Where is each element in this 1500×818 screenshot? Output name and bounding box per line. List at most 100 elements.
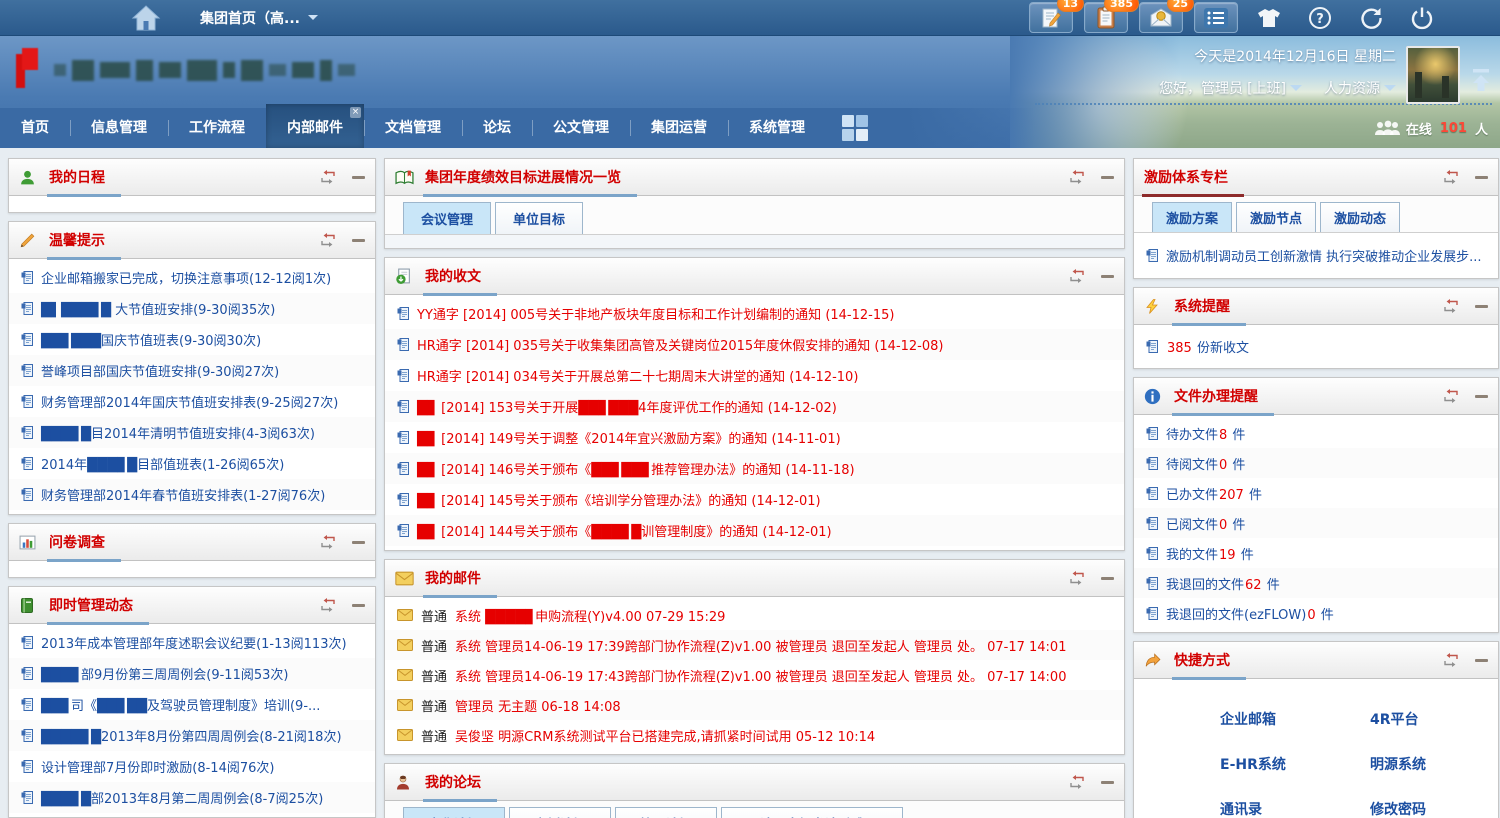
minimize-icon[interactable] <box>1101 176 1114 179</box>
refresh-icon[interactable] <box>319 169 337 185</box>
minimize-icon[interactable] <box>352 239 365 242</box>
tab-reading-forum[interactable]: 读一本好书读后感 <box>721 807 903 818</box>
mail-item[interactable]: 普通 系统 ████▊申购流程(Y)v4.00 07-29 15:29 <box>385 600 1124 630</box>
mail-button[interactable]: 25 <box>1139 2 1183 33</box>
mail-item[interactable]: 普通 系统 管理员14-06-19 17:43跨部门协作流程(Z)v1.00 被… <box>385 660 1124 690</box>
shortcut-4r-platform[interactable]: 4R平台 <box>1370 709 1500 729</box>
minimize-icon[interactable] <box>352 604 365 607</box>
refresh-icon[interactable] <box>1068 774 1086 790</box>
quick-launch-grid-icon[interactable] <box>842 115 868 141</box>
notice-item[interactable]: 财务管理部2014年国庆节值班安排表(9-25阅27次) <box>9 386 375 417</box>
nav-item-official-docs[interactable]: 公文管理 <box>532 108 630 148</box>
mail-item[interactable]: 普通 管理员 无主题 06-18 14:08 <box>385 690 1124 720</box>
shortcut-contacts[interactable]: 通讯录 <box>1220 799 1370 818</box>
item-link[interactable]: 激励机制调动员工创新激情 执行突破推动企业发展步... <box>1166 246 1482 265</box>
item-link[interactable]: █▊ [2014] 153号关于开展██▊███4年度评优工作的通知 (14-1… <box>417 397 837 416</box>
received-doc-item[interactable]: █▊ [2014] 149号关于调整《2014年宜兴激励方案》的通知 (14-1… <box>385 422 1124 453</box>
minimize-icon[interactable] <box>1475 659 1488 662</box>
shortcut-change-password[interactable]: 修改密码 <box>1370 799 1500 818</box>
notice-item[interactable]: 誉峰项目部国庆节值班安排(9-30阅27次) <box>9 355 375 386</box>
refresh-icon[interactable] <box>1068 570 1086 586</box>
item-link[interactable]: ███▊部9月份第三周周例会(9-11阅53次) <box>41 664 288 683</box>
logout-button[interactable] <box>1402 2 1442 33</box>
nav-item-group-ops[interactable]: 集团运营 <box>630 108 728 148</box>
item-link[interactable]: 财务管理部2014年国庆节值班安排表(9-25阅27次) <box>41 392 338 411</box>
tab-mgmt-forum[interactable]: 管理论坛 <box>615 807 717 818</box>
minimize-icon[interactable] <box>352 541 365 544</box>
item-link[interactable]: 2013年成本管理部年度述职会议纪要(1-13阅113次) <box>41 633 347 652</box>
received-doc-item[interactable]: HR通字 [2014] 034号关于开展总第二十七期周末大讲堂的通知 (14-1… <box>385 360 1124 391</box>
file-count-item[interactable]: 待办文件8 件 <box>1134 418 1498 448</box>
minimize-icon[interactable] <box>1475 305 1488 308</box>
item-link[interactable]: HR通字 [2014] 035号关于收集集团高管及关键岗位2015年度休假安排的… <box>417 335 943 354</box>
department-selector[interactable]: 人力资源 <box>1324 78 1380 98</box>
portal-switcher[interactable]: 集团首页（高... <box>200 8 318 28</box>
refresh-icon[interactable] <box>1442 298 1460 314</box>
file-count-item[interactable]: 我退回的文件62 件 <box>1134 568 1498 598</box>
item-link[interactable]: ██▊司《██▊██及驾驶员管理制度》培训(9-... <box>41 695 320 714</box>
nav-item-forum[interactable]: 论坛 <box>462 108 532 148</box>
received-doc-item[interactable]: █▊ [2014] 153号关于开展██▊███4年度评优工作的通知 (14-1… <box>385 391 1124 422</box>
notice-item[interactable]: 企业邮箱搬家已完成，切换注意事项(12-12阅1次) <box>9 262 375 293</box>
documents-button[interactable]: 385 <box>1084 2 1128 33</box>
received-doc-item[interactable]: YY通字 [2014] 005号关于非地产板块年度目标和工作计划编制的通知 (1… <box>385 298 1124 329</box>
task-list-button[interactable] <box>1194 2 1238 33</box>
compose-button[interactable]: 13 <box>1029 2 1073 33</box>
refresh-icon[interactable] <box>1068 169 1086 185</box>
news-item[interactable]: 设计管理部7月份即时激励(8-14阅76次) <box>9 751 375 782</box>
refresh-icon[interactable] <box>1068 268 1086 284</box>
tab-incentive-plan[interactable]: 激励方案 <box>1152 202 1232 232</box>
item-link[interactable]: ███▊█部2013年8月第二周周例会(8-7阅25次) <box>41 788 323 807</box>
mail-subject-link[interactable]: 吴俊坚 明源CRM系统测试平台已搭建完成,请抓紧时间试用 05-12 10:14 <box>455 726 875 745</box>
news-item[interactable]: ███▊█部2013年8月第二周周例会(8-7阅25次) <box>9 782 375 813</box>
minimize-icon[interactable] <box>1101 577 1114 580</box>
news-item[interactable]: ██▊司《██▊██及驾驶员管理制度》培训(9-... <box>9 689 375 720</box>
tab-incentive-news[interactable]: 激励动态 <box>1320 202 1400 232</box>
received-doc-item[interactable]: HR通字 [2014] 035号关于收集集团高管及关键岗位2015年度休假安排的… <box>385 329 1124 360</box>
nav-item-documents[interactable]: 文档管理 <box>364 108 462 148</box>
file-count-item[interactable]: 我的文件19 件 <box>1134 538 1498 568</box>
mail-subject-link[interactable]: 系统 ████▊申购流程(Y)v4.00 07-29 15:29 <box>455 606 725 625</box>
tab-case-forum[interactable]: 案例论坛 <box>509 807 611 818</box>
file-count-item[interactable]: 已办文件207 件 <box>1134 478 1498 508</box>
file-count-item[interactable]: 我退回的文件(ezFLOW)0 件 <box>1134 598 1498 628</box>
mail-subject-link[interactable]: 管理员 无主题 06-18 14:08 <box>455 696 621 715</box>
item-link[interactable]: 我退回的文件(ezFLOW)0 件 <box>1166 604 1334 623</box>
shortcut-mingyuan-system[interactable]: 明源系统 <box>1370 754 1500 774</box>
file-count-item[interactable]: 待阅文件0 件 <box>1134 448 1498 478</box>
refresh-icon[interactable] <box>1442 169 1460 185</box>
tab-unit-goals[interactable]: 单位目标 <box>495 202 583 234</box>
minimize-icon[interactable] <box>352 176 365 179</box>
item-link[interactable]: ██▊███国庆节值班表(9-30阅30次) <box>41 330 261 349</box>
notice-item[interactable]: 财务管理部2014年春节值班安排表(1-27阅76次) <box>9 479 375 510</box>
notice-item[interactable]: 2014年███▊█目部值班表(1-26阅65次) <box>9 448 375 479</box>
mail-subject-link[interactable]: 系统 管理员14-06-19 17:39跨部门协作流程(Z)v1.00 被管理员… <box>455 636 1066 655</box>
shortcut-ehr-system[interactable]: E-HR系统 <box>1220 754 1370 774</box>
news-item[interactable]: 2013年成本管理部年度述职会议纪要(1-13阅113次) <box>9 627 375 658</box>
refresh-icon[interactable] <box>319 232 337 248</box>
item-link[interactable]: 385 份新收文 <box>1166 337 1249 356</box>
received-doc-item[interactable]: █▊ [2014] 144号关于颁布《███▊█训管理制度》的通知 (14-12… <box>385 515 1124 546</box>
close-tab-icon[interactable]: × <box>350 107 361 118</box>
duty-chevron-icon[interactable] <box>1290 85 1302 97</box>
item-link[interactable]: 待阅文件0 件 <box>1166 454 1245 473</box>
item-link[interactable]: 誉峰项目部国庆节值班安排(9-30阅27次) <box>41 361 279 380</box>
banner-thumbnail[interactable] <box>1406 46 1460 104</box>
refresh-icon[interactable] <box>319 597 337 613</box>
nav-item-home[interactable]: 首页 <box>0 108 70 148</box>
minimize-icon[interactable] <box>1101 781 1114 784</box>
duty-status[interactable]: [上班] <box>1247 78 1286 98</box>
shortcut-enterprise-mail[interactable]: 企业邮箱 <box>1220 709 1370 729</box>
department-chevron-icon[interactable] <box>1384 85 1396 97</box>
help-button[interactable]: ? <box>1300 2 1340 33</box>
collapse-banner-button[interactable] <box>1469 66 1493 98</box>
incentive-item[interactable]: 激励机制调动员工创新激情 执行突破推动企业发展步... <box>1134 236 1498 274</box>
minimize-icon[interactable] <box>1475 176 1488 179</box>
received-doc-item[interactable]: █▊ [2014] 145号关于颁布《培训学分管理办法》的通知 (14-12-0… <box>385 484 1124 515</box>
mail-subject-link[interactable]: 系统 管理员14-06-19 17:43跨部门协作流程(Z)v1.00 被管理员… <box>455 666 1066 685</box>
mail-item[interactable]: 普通 系统 管理员14-06-19 17:39跨部门协作流程(Z)v1.00 被… <box>385 630 1124 660</box>
nav-item-info[interactable]: 信息管理 <box>70 108 168 148</box>
tab-culture-forum[interactable]: 文化论坛 <box>403 807 505 818</box>
item-link[interactable]: 企业邮箱搬家已完成，切换注意事项(12-12阅1次) <box>41 268 331 287</box>
received-doc-item[interactable]: █▊ [2014] 146号关于颁布《██▊██▊推荐管理办法》的通知 (14-… <box>385 453 1124 484</box>
